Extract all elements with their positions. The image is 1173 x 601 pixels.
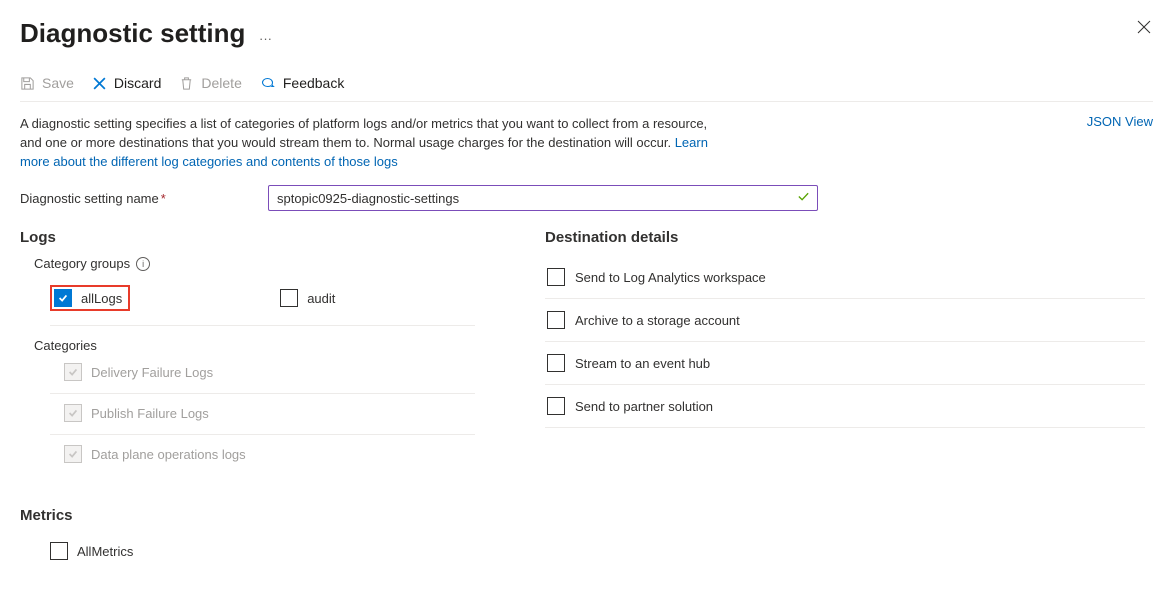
checkbox-disabled-checked-icon	[64, 363, 82, 381]
categories-label: Categories	[34, 338, 475, 353]
checkbox-unchecked-icon	[280, 289, 298, 307]
metrics-heading: Metrics	[20, 507, 475, 524]
save-button[interactable]: Save	[20, 75, 74, 91]
page-title: Diagnostic setting	[20, 18, 245, 48]
dest-log-analytics[interactable]: Send to Log Analytics workspace	[545, 256, 1145, 299]
checkbox-unchecked-icon	[547, 311, 565, 329]
input-valid-icon	[797, 190, 810, 206]
destination-heading: Destination details	[545, 229, 1145, 246]
category-group-audit[interactable]: audit	[280, 285, 335, 311]
more-actions-icon[interactable]: ···	[259, 31, 272, 46]
discard-button[interactable]: Discard	[92, 75, 161, 91]
feedback-button[interactable]: Feedback	[260, 75, 344, 91]
metric-allmetrics[interactable]: AllMetrics	[50, 542, 133, 560]
feedback-icon	[260, 75, 276, 91]
checkbox-unchecked-icon	[547, 268, 565, 286]
category-delivery-failure: Delivery Failure Logs	[64, 363, 213, 381]
dest-event-hub[interactable]: Stream to an event hub	[545, 342, 1145, 385]
description-text: A diagnostic setting specifies a list of…	[20, 114, 720, 171]
checkbox-unchecked-icon	[547, 354, 565, 372]
delete-icon	[179, 76, 194, 91]
close-button[interactable]	[1135, 18, 1153, 39]
category-data-plane-ops: Data plane operations logs	[64, 445, 246, 463]
info-icon[interactable]: i	[136, 257, 150, 271]
checkbox-unchecked-icon	[50, 542, 68, 560]
setting-name-label: Diagnostic setting name*	[20, 191, 268, 206]
save-icon	[20, 76, 35, 91]
discard-icon	[92, 76, 107, 91]
category-group-alllogs[interactable]: allLogs	[54, 289, 122, 307]
delete-button[interactable]: Delete	[179, 75, 241, 91]
logs-heading: Logs	[20, 229, 475, 246]
setting-name-input[interactable]	[268, 185, 818, 211]
close-icon	[1137, 20, 1151, 34]
json-view-link[interactable]: JSON View	[1087, 114, 1153, 171]
checkbox-disabled-checked-icon	[64, 445, 82, 463]
checkbox-disabled-checked-icon	[64, 404, 82, 422]
category-groups-label: Category groups	[34, 256, 130, 271]
category-group-alllogs-highlight: allLogs	[50, 285, 130, 311]
checkbox-unchecked-icon	[547, 397, 565, 415]
checkbox-checked-icon	[54, 289, 72, 307]
dest-storage-account[interactable]: Archive to a storage account	[545, 299, 1145, 342]
category-publish-failure: Publish Failure Logs	[64, 404, 209, 422]
dest-partner-solution[interactable]: Send to partner solution	[545, 385, 1145, 428]
